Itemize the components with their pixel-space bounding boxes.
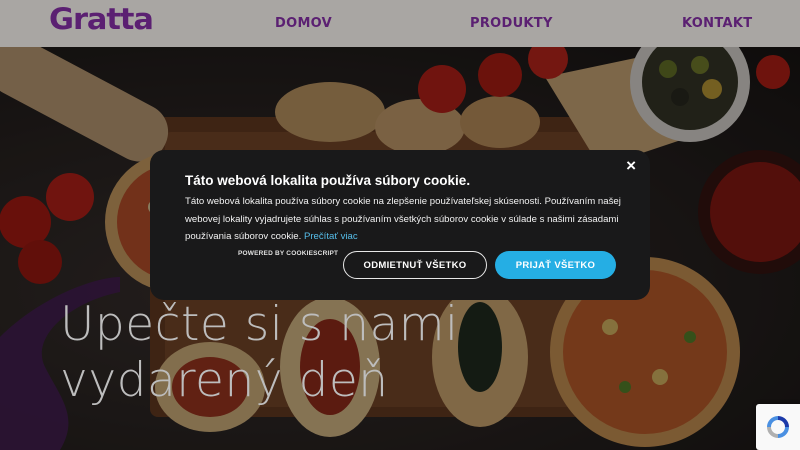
reject-all-button[interactable]: ODMIETNUŤ VŠETKO [343,251,487,279]
nav-home[interactable]: DOMOV [275,16,332,31]
recaptcha-badge[interactable] [756,404,800,450]
recaptcha-icon [767,416,789,438]
accept-all-button[interactable]: PRIJAŤ VŠETKO [495,251,616,279]
close-icon[interactable]: × [626,156,636,176]
hero-title: Upečte si s nami vydarený deň [60,297,459,409]
cookie-body-text: Táto webová lokalita používa súbory cook… [185,196,621,242]
cookie-body: Táto webová lokalita používa súbory cook… [185,193,625,246]
brand-logo[interactable]: Gratta [49,2,154,36]
site-header: Gratta DOMOV PRODUKTY KONTAKT [0,0,800,47]
nav-contact[interactable]: KONTAKT [682,16,752,31]
cookie-consent-dialog: × Táto webová lokalita používa súbory co… [150,150,650,300]
powered-by-label[interactable]: POWERED BY COOKIESCRIPT [238,250,338,257]
hero-title-line-1: Upečte si s nami [60,297,459,352]
cookie-title: Táto webová lokalita používa súbory cook… [185,173,471,188]
hero-title-line-2: vydarený deň [60,353,389,408]
read-more-link[interactable]: Prečítať viac [304,231,358,242]
nav-products[interactable]: PRODUKTY [470,16,553,31]
